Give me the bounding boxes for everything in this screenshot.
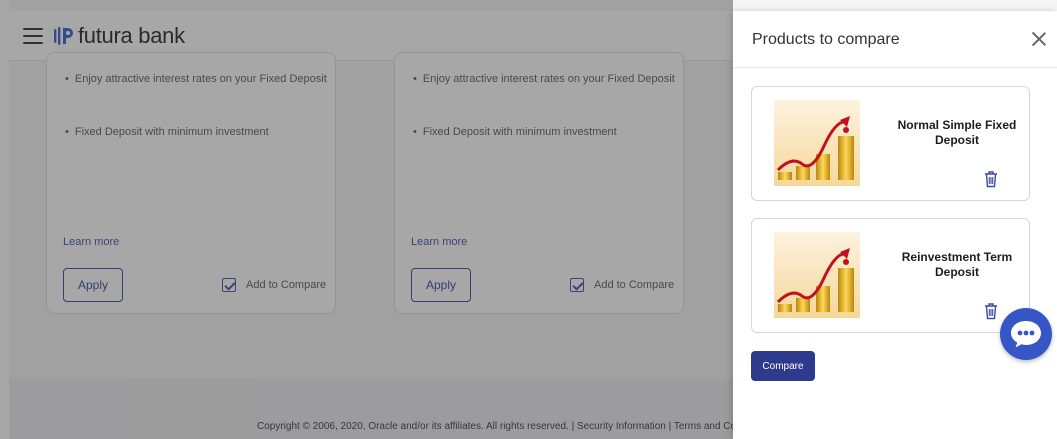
compare-panel: Products to compare Normal Simple Fixed …	[733, 11, 1057, 439]
compare-panel-title: Products to compare	[752, 31, 900, 48]
compare-button[interactable]: Compare	[751, 351, 815, 381]
compare-panel-header: Products to compare	[733, 11, 1057, 68]
close-icon[interactable]	[1029, 29, 1049, 49]
modal-backdrop[interactable]	[0, 0, 733, 439]
growth-chart-coins-icon	[774, 232, 860, 318]
compare-product-card: Reinvestment Term Deposit	[751, 218, 1030, 333]
chat-button[interactable]	[1000, 308, 1052, 360]
compare-product-card: Normal Simple Fixed Deposit	[751, 86, 1030, 201]
growth-chart-coins-icon	[774, 100, 860, 186]
chat-bubble-icon	[1011, 321, 1041, 348]
compare-product-name: Reinvestment Term Deposit	[901, 250, 1013, 279]
trash-icon[interactable]	[983, 302, 999, 320]
trash-icon[interactable]	[983, 170, 999, 188]
compare-product-name: Normal Simple Fixed Deposit	[897, 118, 1017, 147]
